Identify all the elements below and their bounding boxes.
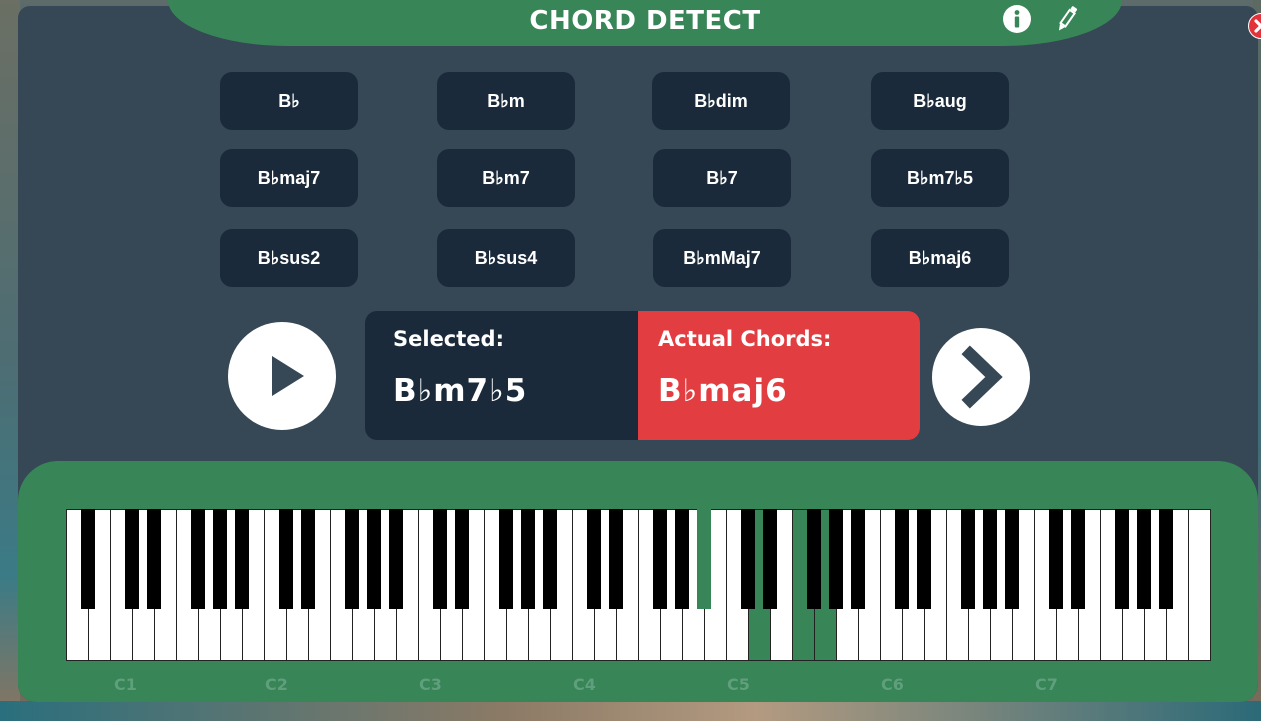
black-key-csharp6[interactable] [895, 509, 909, 609]
black-key-gsharp6[interactable] [983, 509, 997, 609]
black-key-fsharp2[interactable] [345, 509, 359, 609]
black-key-csharp5[interactable] [741, 509, 755, 609]
result-panel: Selected: B♭m7♭5 Actual Chords: B♭maj6 [365, 311, 920, 440]
black-key-fsharp5[interactable] [807, 509, 821, 609]
chord-button-bbdim[interactable]: B♭dim [652, 72, 790, 130]
black-key-gsharp5[interactable] [829, 509, 843, 609]
black-key-dsharp1[interactable] [147, 509, 161, 609]
play-button[interactable] [228, 322, 336, 430]
black-key-asharp0[interactable] [81, 509, 95, 609]
black-key-csharp7[interactable] [1049, 509, 1063, 609]
chevron-right-icon [961, 345, 1003, 409]
close-icon [1254, 19, 1261, 33]
octave-label-c7: C7 [1035, 675, 1058, 694]
actual-chords-label: Actual Chords: [658, 327, 832, 351]
black-key-gsharp4[interactable] [675, 509, 689, 609]
chord-button-bbmmaj7[interactable]: B♭mMaj7 [653, 229, 791, 287]
black-key-dsharp7[interactable] [1071, 509, 1085, 609]
black-key-dsharp6[interactable] [917, 509, 931, 609]
black-key-csharp3[interactable] [433, 509, 447, 609]
selected-chord-value: B♭m7♭5 [393, 373, 528, 409]
chord-button-bbm7[interactable]: B♭m7 [437, 149, 575, 207]
pencil-icon[interactable] [1052, 4, 1082, 34]
chord-button-bb7[interactable]: B♭7 [653, 149, 791, 207]
octave-label-c4: C4 [573, 675, 596, 694]
chord-button-bbm7b5[interactable]: B♭m7♭5 [871, 149, 1009, 207]
black-key-fsharp7[interactable] [1115, 509, 1129, 609]
black-key-fsharp1[interactable] [191, 509, 205, 609]
black-key-asharp1[interactable] [235, 509, 249, 609]
black-key-csharp2[interactable] [279, 509, 293, 609]
black-key-dsharp3[interactable] [455, 509, 469, 609]
black-key-gsharp1[interactable] [213, 509, 227, 609]
chord-button-bbm[interactable]: B♭m [437, 72, 575, 130]
next-button[interactable] [932, 328, 1030, 426]
black-key-csharp1[interactable] [125, 509, 139, 609]
black-key-gsharp7[interactable] [1137, 509, 1151, 609]
black-key-asharp2[interactable] [389, 509, 403, 609]
chord-button-bbsus2[interactable]: B♭sus2 [220, 229, 358, 287]
black-key-fsharp4[interactable] [653, 509, 667, 609]
black-key-csharp4[interactable] [587, 509, 601, 609]
octave-label-c2: C2 [265, 675, 288, 694]
black-key-asharp5[interactable] [851, 509, 865, 609]
chord-button-bb[interactable]: B♭ [220, 72, 358, 130]
black-key-asharp4[interactable] [697, 509, 711, 609]
black-key-asharp7[interactable] [1159, 509, 1173, 609]
background-bottom [0, 701, 1261, 721]
octave-label-c3: C3 [419, 675, 442, 694]
octave-label-c6: C6 [881, 675, 904, 694]
selected-label: Selected: [393, 327, 504, 351]
app-window: CHORD DETECT B♭ B♭m B♭dim B♭aug B♭maj7 B… [18, 0, 1261, 702]
black-key-dsharp2[interactable] [301, 509, 315, 609]
black-key-asharp3[interactable] [543, 509, 557, 609]
background-left [0, 0, 20, 721]
chord-button-bbsus4[interactable]: B♭sus4 [437, 229, 575, 287]
chord-button-bbmaj7[interactable]: B♭maj7 [220, 149, 358, 207]
chord-button-bbmaj6[interactable]: B♭maj6 [871, 229, 1009, 287]
piano-keyboard [66, 509, 1211, 661]
info-icon[interactable] [1002, 4, 1032, 34]
actual-chord-value: B♭maj6 [658, 373, 788, 409]
header-bar: CHORD DETECT [168, 0, 1122, 46]
actual-chords-panel: Actual Chords: B♭maj6 [638, 311, 920, 440]
close-button[interactable] [1248, 13, 1261, 39]
play-icon [272, 356, 304, 396]
black-key-asharp6[interactable] [1005, 509, 1019, 609]
black-key-dsharp5[interactable] [763, 509, 777, 609]
chord-button-bbaug[interactable]: B♭aug [871, 72, 1009, 130]
black-key-gsharp3[interactable] [521, 509, 535, 609]
black-key-gsharp2[interactable] [367, 509, 381, 609]
white-key-c8[interactable] [1188, 509, 1211, 661]
black-key-fsharp6[interactable] [961, 509, 975, 609]
black-key-dsharp4[interactable] [609, 509, 623, 609]
black-key-fsharp3[interactable] [499, 509, 513, 609]
octave-label-c1: C1 [114, 675, 137, 694]
octave-label-c5: C5 [727, 675, 750, 694]
app-title: CHORD DETECT [529, 6, 761, 36]
keyboard-panel: C1 C2 C3 C4 C5 C6 C7 [18, 461, 1258, 702]
